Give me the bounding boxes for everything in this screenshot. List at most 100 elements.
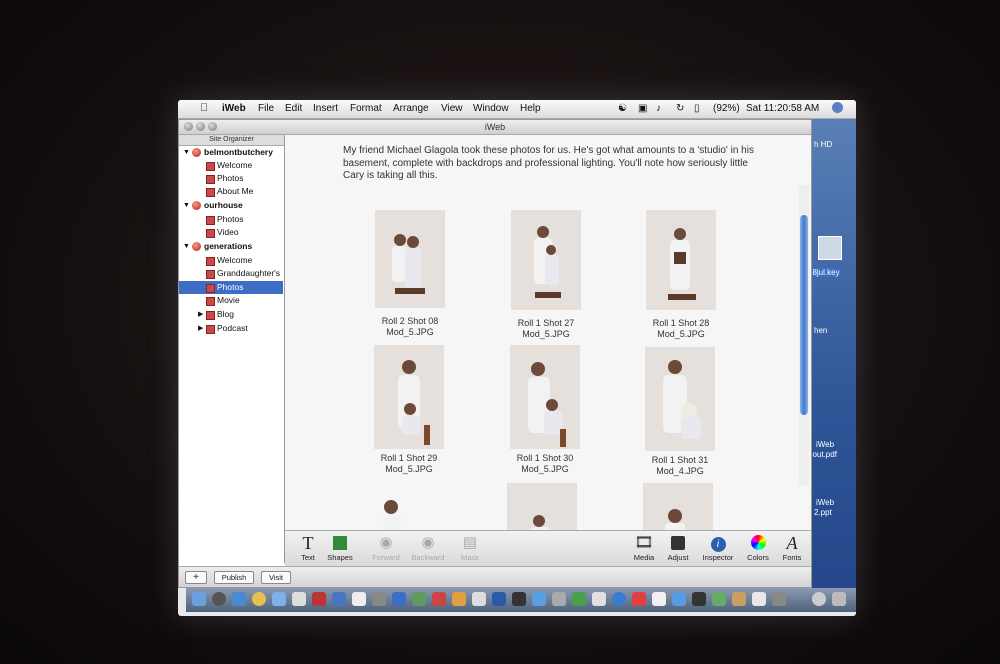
scrollbar-thumb[interactable] xyxy=(800,215,808,415)
menu-file[interactable]: File xyxy=(258,103,274,114)
close-button[interactable] xyxy=(184,122,193,131)
intro-text[interactable]: My friend Michael Glagola took these pho… xyxy=(343,145,763,183)
photo-caption[interactable]: Roll 1 Shot 27 Mod_5.JPG xyxy=(491,318,601,340)
app-icon[interactable] xyxy=(772,592,786,606)
site-ourhouse[interactable]: ▼ ourhouse xyxy=(179,199,283,212)
photo-thumbnail[interactable] xyxy=(645,347,715,451)
shapes-button[interactable]: Shapes xyxy=(317,533,363,562)
app-icon[interactable] xyxy=(752,592,766,606)
keynote-icon[interactable] xyxy=(492,592,506,606)
garageband-icon[interactable] xyxy=(452,592,466,606)
photo-caption[interactable]: Roll 1 Shot 29 Mod_5.JPG xyxy=(354,453,464,475)
disclosure-triangle-icon[interactable]: ▶ xyxy=(198,308,203,321)
photo-caption[interactable]: Roll 1 Shot 31 Mod_4.JPG xyxy=(625,455,735,477)
menu-format[interactable]: Format xyxy=(350,103,382,114)
photo-thumbnail[interactable] xyxy=(643,483,713,530)
battery-icon[interactable]: ▯ xyxy=(694,103,700,114)
disclosure-triangle-icon[interactable]: ▼ xyxy=(183,240,190,253)
desktop-label[interactable]: 28jul.key xyxy=(808,268,840,277)
photo-thumbnail[interactable] xyxy=(507,483,577,530)
sidebar-item-podcast[interactable]: ▶ Podcast xyxy=(179,322,283,335)
disclosure-triangle-icon[interactable]: ▼ xyxy=(183,146,190,159)
fonts-button[interactable]: A Fonts xyxy=(769,533,815,562)
sidebar-item-photos-selected[interactable]: Photos xyxy=(179,281,283,294)
publish-button[interactable]: Publish xyxy=(214,571,254,584)
preview-icon[interactable] xyxy=(352,592,366,606)
photo-caption[interactable]: Roll 2 Shot 08 Mod_5.JPG xyxy=(355,316,465,338)
sidebar-item-about-me[interactable]: About Me xyxy=(179,185,283,198)
visit-button[interactable]: Visit xyxy=(261,571,291,584)
textedit-icon[interactable] xyxy=(472,592,486,606)
sidebar-item-movie[interactable]: Movie xyxy=(179,294,283,307)
spotlight-icon[interactable] xyxy=(832,102,843,113)
site-belmontbutchery[interactable]: ▼ belmontbutchery xyxy=(179,146,283,159)
dashboard-icon[interactable] xyxy=(212,592,226,606)
system-preferences-icon[interactable] xyxy=(372,592,386,606)
sidebar-item-welcome[interactable]: Welcome xyxy=(179,159,283,172)
sidebar-item-welcome[interactable]: Welcome xyxy=(179,254,283,267)
mail-icon[interactable] xyxy=(232,592,246,606)
menu-view[interactable]: View xyxy=(441,103,463,114)
photo-thumbnail[interactable] xyxy=(646,210,716,310)
page-canvas[interactable]: My friend Michael Glagola took these pho… xyxy=(285,135,811,530)
sidebar-item-video[interactable]: Video xyxy=(179,226,283,239)
photo-thumbnail[interactable] xyxy=(374,345,444,449)
photo-thumbnail[interactable] xyxy=(511,210,581,310)
address-book-icon[interactable] xyxy=(292,592,306,606)
iphoto-icon[interactable] xyxy=(392,592,406,606)
menu-app[interactable]: iWeb xyxy=(222,103,246,114)
sidebar-item-photos[interactable]: Photos xyxy=(179,213,283,226)
app-icon[interactable] xyxy=(572,592,586,606)
idvd-icon[interactable] xyxy=(432,592,446,606)
app-icon[interactable] xyxy=(732,592,746,606)
zoom-button[interactable] xyxy=(208,122,217,131)
menu-window[interactable]: Window xyxy=(473,103,509,114)
apple-icon[interactable]:  xyxy=(200,102,208,114)
photo-thumbnail[interactable] xyxy=(510,345,580,449)
disclosure-triangle-icon[interactable]: ▶ xyxy=(198,322,203,335)
app-icon[interactable] xyxy=(672,592,686,606)
app-icon[interactable] xyxy=(632,592,646,606)
keynote-file-icon[interactable] xyxy=(818,236,842,260)
wifi-icon[interactable]: ☯ xyxy=(618,103,627,114)
display-icon[interactable]: ▣ xyxy=(638,103,647,114)
ichat-icon[interactable] xyxy=(272,592,286,606)
sidebar-item-photos[interactable]: Photos xyxy=(179,172,283,185)
disclosure-triangle-icon[interactable]: ▼ xyxy=(183,199,190,212)
documents-stack-icon[interactable] xyxy=(812,592,826,606)
app-icon[interactable] xyxy=(692,592,706,606)
vertical-scrollbar[interactable] xyxy=(799,185,809,485)
mask-button[interactable]: ▤ Mask xyxy=(447,533,493,562)
volume-icon[interactable]: ♪ xyxy=(656,103,661,114)
photo-caption[interactable]: Roll 1 Shot 28 Mod_5.JPG xyxy=(626,318,736,340)
safari-icon[interactable] xyxy=(252,592,266,606)
menu-edit[interactable]: Edit xyxy=(285,103,302,114)
itunes-icon[interactable] xyxy=(332,592,346,606)
site-generations[interactable]: ▼ generations xyxy=(179,240,283,253)
app-icon[interactable] xyxy=(592,592,606,606)
menu-help[interactable]: Help xyxy=(520,103,541,114)
menu-insert[interactable]: Insert xyxy=(313,103,338,114)
backward-button[interactable]: ◉ Backward xyxy=(405,533,451,562)
forward-button[interactable]: ◉ Forward xyxy=(363,533,409,562)
clock[interactable]: Sat 11:20:58 AM xyxy=(746,103,819,114)
calendar-icon[interactable] xyxy=(312,592,326,606)
sidebar-item-granddaughters[interactable]: Granddaughter's xyxy=(179,267,283,280)
app-icon[interactable] xyxy=(612,592,626,606)
app-icon[interactable] xyxy=(712,592,726,606)
imovie-icon[interactable] xyxy=(412,592,426,606)
trash-icon[interactable] xyxy=(832,592,846,606)
sync-icon[interactable]: ↻ xyxy=(676,103,684,114)
app-icon[interactable] xyxy=(652,592,666,606)
photo-thumbnail[interactable] xyxy=(375,210,445,308)
terminal-icon[interactable] xyxy=(512,592,526,606)
add-page-button[interactable]: + xyxy=(185,571,207,584)
sidebar-item-blog[interactable]: ▶ Blog xyxy=(179,308,283,321)
iweb-icon[interactable] xyxy=(532,592,546,606)
photo-thumbnail[interactable] xyxy=(373,495,443,530)
app-icon[interactable] xyxy=(552,592,566,606)
photo-caption[interactable]: Roll 1 Shot 30 Mod_5.JPG xyxy=(490,453,600,475)
finder-icon[interactable] xyxy=(192,592,206,606)
menu-arrange[interactable]: Arrange xyxy=(393,103,429,114)
minimize-button[interactable] xyxy=(196,122,205,131)
